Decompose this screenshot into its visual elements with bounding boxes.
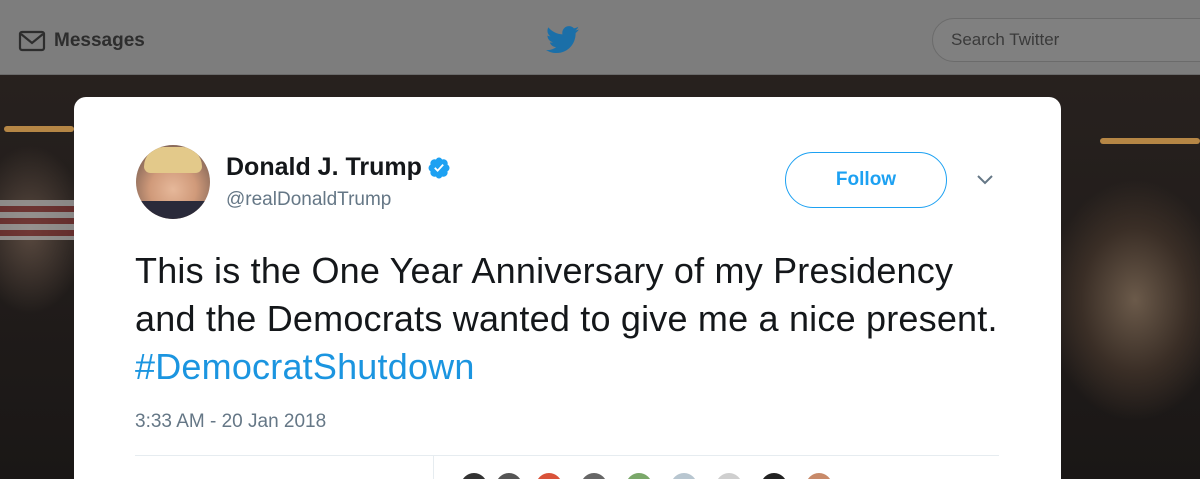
hashtag-link[interactable]: #DemocratShutdown [135,346,475,387]
author-name-row[interactable]: Donald J. Trump [226,153,450,182]
envelope-icon [18,30,46,52]
flag-stripe [0,200,75,240]
background-light [4,126,74,132]
liker-avatar[interactable] [804,471,834,479]
search-input[interactable] [951,30,1200,50]
liker-avatar[interactable] [759,471,789,479]
liker-avatar[interactable] [494,471,524,479]
liker-avatar[interactable] [669,471,699,479]
twitter-bird-icon[interactable] [546,26,580,54]
chevron-down-icon[interactable] [976,173,994,187]
follow-button[interactable]: Follow [785,152,947,208]
divider [433,455,434,479]
tweet-card: Donald J. Trump @realDonaldTrump Follow … [74,97,1061,479]
author-handle[interactable]: @realDonaldTrump [226,189,391,211]
liker-avatar[interactable] [624,471,654,479]
messages-label: Messages [54,30,145,51]
divider [135,455,999,456]
tweet-timestamp[interactable]: 3:33 AM - 20 Jan 2018 [135,411,326,433]
tweet-body: This is the One Year Anniversary of my P… [135,250,998,339]
author-name[interactable]: Donald J. Trump [226,153,422,182]
background-light [1100,138,1200,144]
search-box[interactable] [932,18,1200,62]
messages-nav-item[interactable]: Messages [18,28,145,54]
liker-avatar[interactable] [459,471,489,479]
tweet-text: This is the One Year Anniversary of my P… [135,247,1015,391]
top-navigation-bar: Messages [0,0,1200,75]
avatar[interactable] [136,145,210,219]
liker-avatar[interactable] [714,471,744,479]
liker-avatar[interactable] [579,471,609,479]
verified-badge-icon [428,156,450,179]
liker-avatar[interactable] [534,471,564,479]
